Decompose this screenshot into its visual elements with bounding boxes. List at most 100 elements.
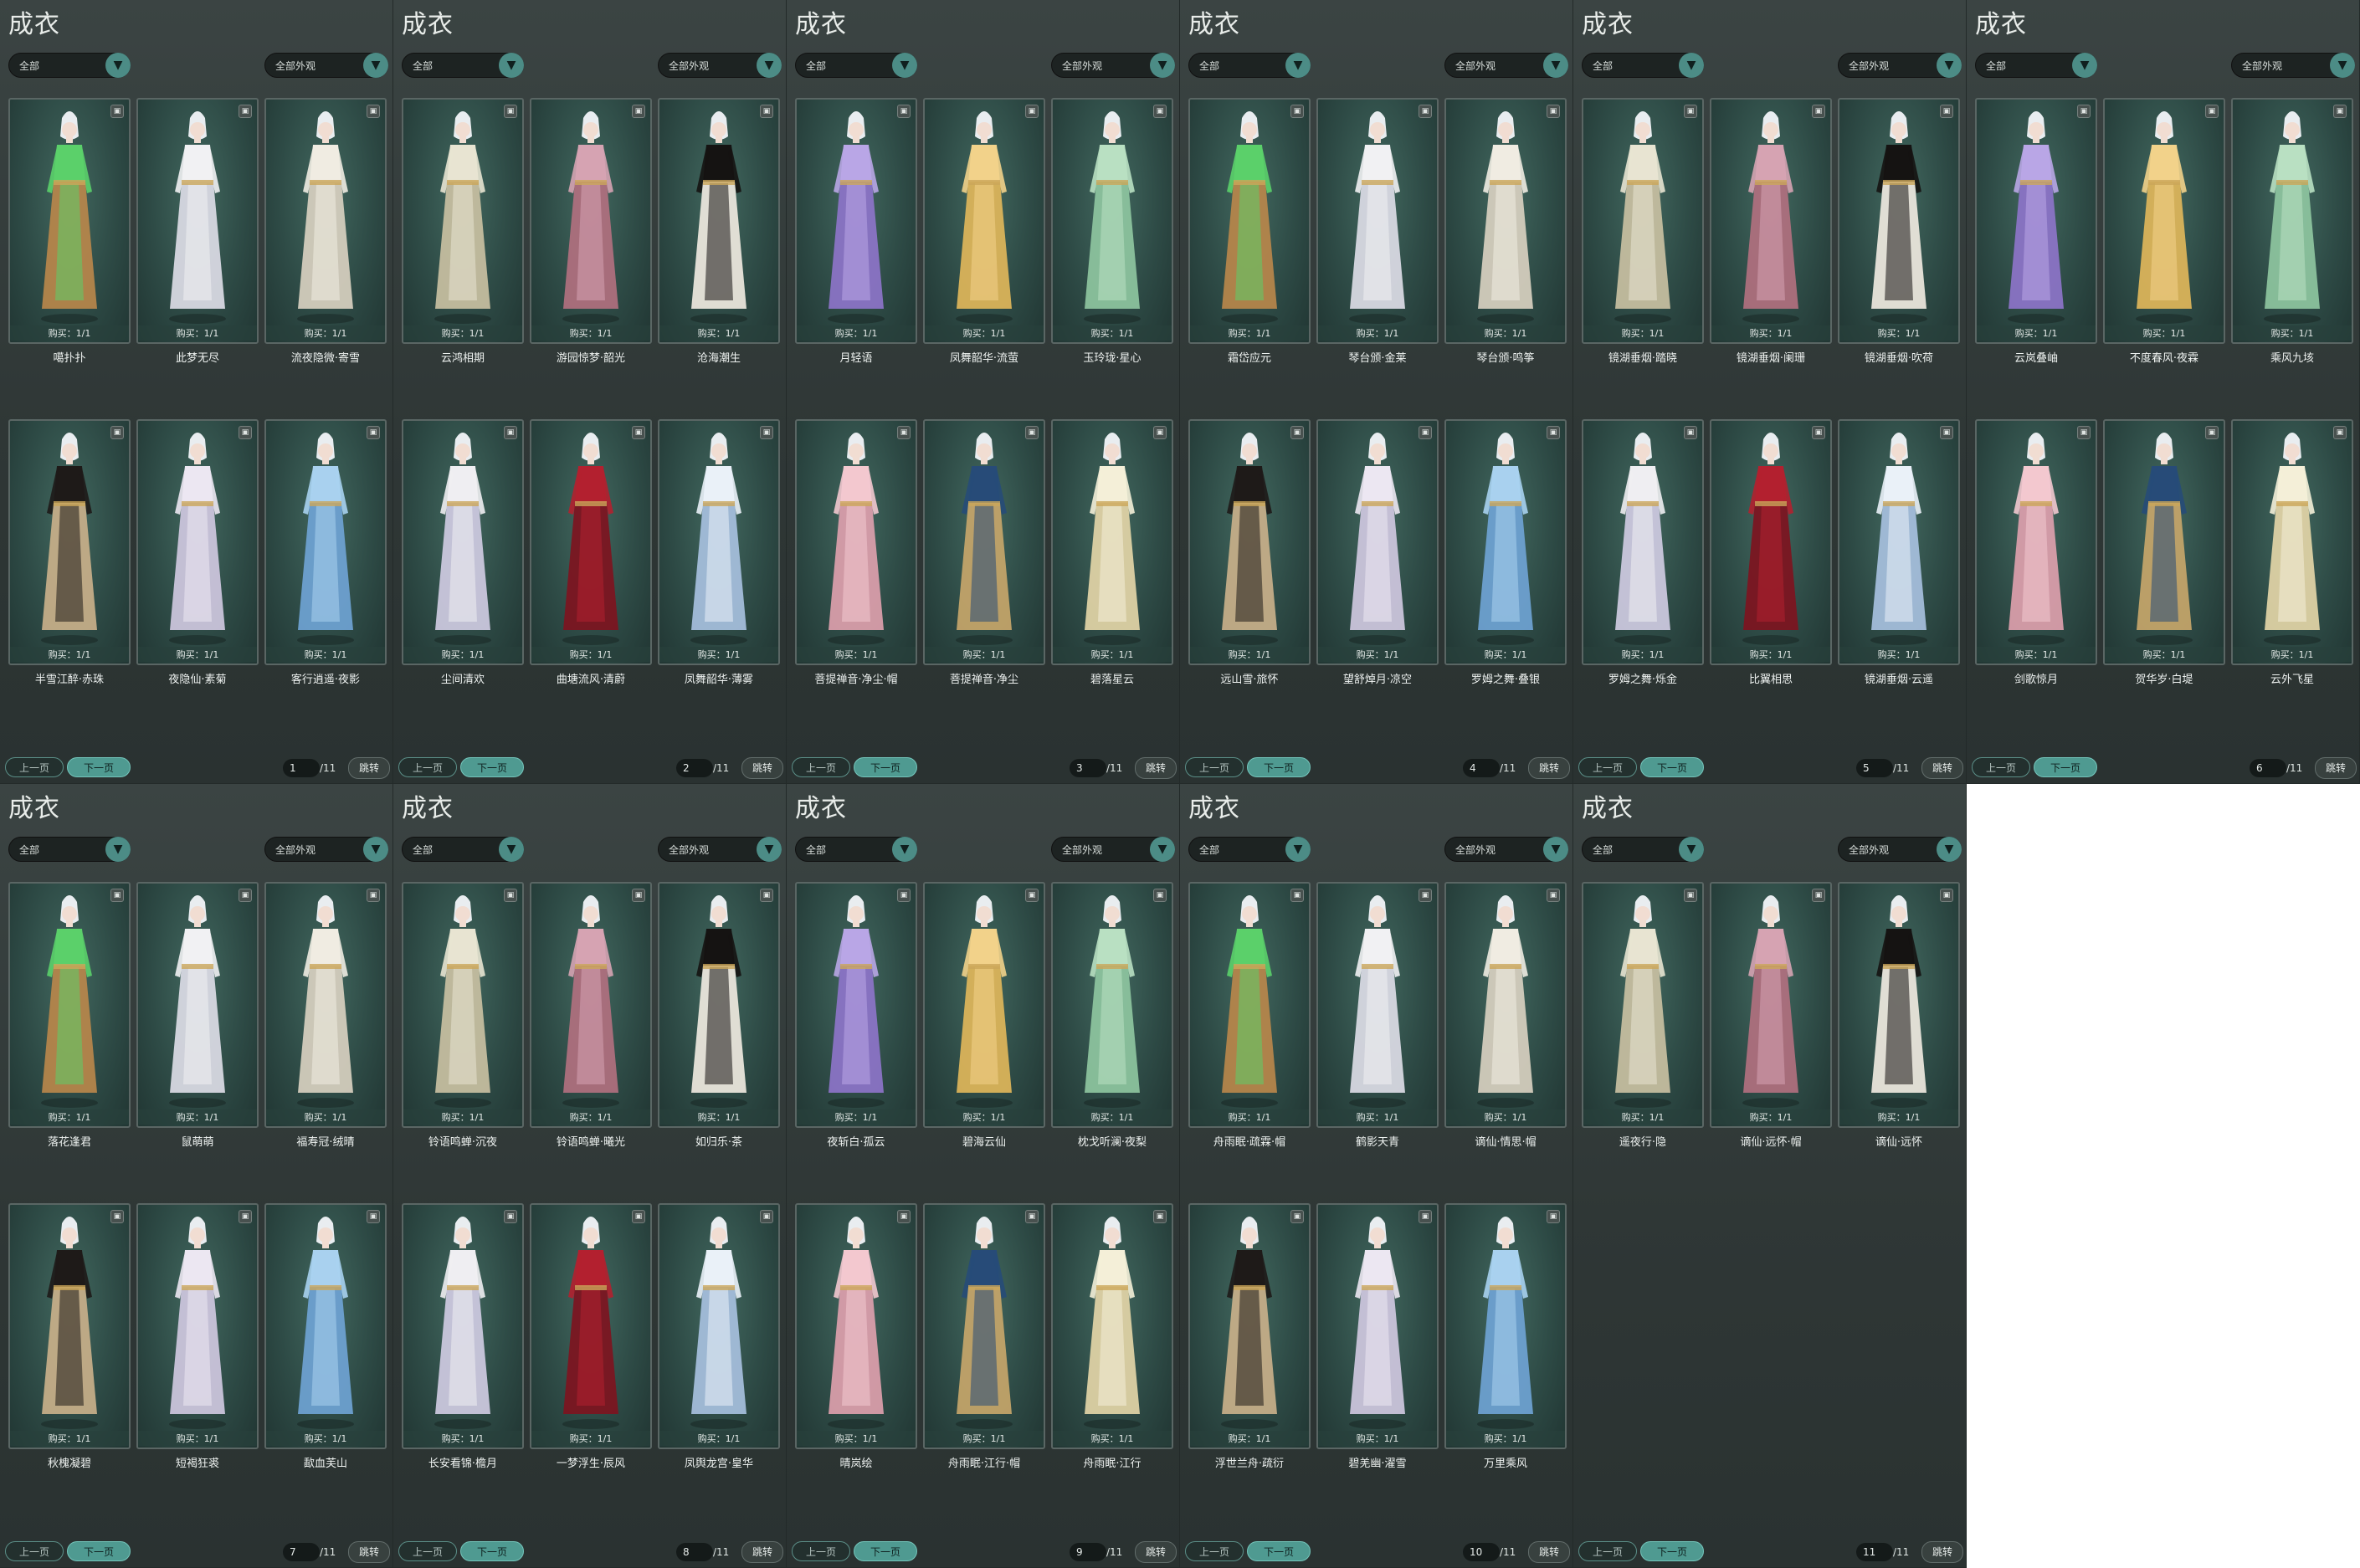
outfit-card[interactable]: ▣ 购买：1/1 — [795, 1203, 917, 1449]
page-number-input[interactable]: 1 — [283, 759, 320, 777]
outfit-card[interactable]: ▣ 购买：1/1 — [1838, 882, 1960, 1128]
outfit-card[interactable]: ▣ 购买：1/1 — [1444, 1203, 1567, 1449]
prev-page-button[interactable]: 上一页 — [1185, 1541, 1244, 1561]
chevron-down-icon[interactable]: ▼ — [1285, 53, 1311, 78]
prev-page-button[interactable]: 上一页 — [5, 1541, 64, 1561]
jump-button[interactable]: 跳转 — [741, 757, 783, 779]
appearance-filter-dropdown[interactable]: 全部外观 ▼ — [1444, 837, 1568, 862]
outfit-card[interactable]: ▣ 购买：1/1 — [1188, 419, 1311, 665]
outfit-card[interactable]: ▣ 购买：1/1 — [1975, 419, 2097, 665]
next-page-button[interactable]: 下一页 — [854, 757, 917, 777]
chevron-down-icon[interactable]: ▼ — [1150, 53, 1175, 78]
prev-page-button[interactable]: 上一页 — [1578, 757, 1637, 777]
outfit-card[interactable]: ▣ 购买：1/1 — [8, 882, 131, 1128]
jump-button[interactable]: 跳转 — [1921, 757, 1963, 779]
outfit-card[interactable]: ▣ 购买：1/1 — [1710, 98, 1832, 344]
page-number-input[interactable]: 7 — [283, 1543, 320, 1561]
next-page-button[interactable]: 下一页 — [67, 1541, 131, 1561]
chevron-down-icon[interactable]: ▼ — [363, 837, 388, 862]
outfit-card[interactable]: ▣ 购买：1/1 — [530, 882, 652, 1128]
appearance-filter-dropdown[interactable]: 全部外观 ▼ — [264, 837, 388, 862]
outfit-card[interactable]: ▣ 购买：1/1 — [402, 1203, 524, 1449]
outfit-card[interactable]: ▣ 购买：1/1 — [1838, 98, 1960, 344]
outfit-card[interactable]: ▣ 购买：1/1 — [795, 98, 917, 344]
prev-page-button[interactable]: 上一页 — [792, 757, 850, 777]
category-filter-dropdown[interactable]: 全部 ▼ — [8, 53, 131, 78]
page-number-input[interactable]: 11 — [1856, 1543, 1893, 1561]
outfit-card[interactable]: ▣ 购买：1/1 — [264, 882, 387, 1128]
chevron-down-icon[interactable]: ▼ — [105, 53, 131, 78]
chevron-down-icon[interactable]: ▼ — [892, 53, 917, 78]
appearance-filter-dropdown[interactable]: 全部外观 ▼ — [1838, 837, 1962, 862]
page-number-input[interactable]: 8 — [676, 1543, 713, 1561]
appearance-filter-dropdown[interactable]: 全部外观 ▼ — [658, 53, 782, 78]
appearance-filter-dropdown[interactable]: 全部外观 ▼ — [1051, 837, 1175, 862]
outfit-card[interactable]: ▣ 购买：1/1 — [658, 1203, 780, 1449]
next-page-button[interactable]: 下一页 — [1247, 1541, 1311, 1561]
jump-button[interactable]: 跳转 — [348, 1541, 390, 1563]
next-page-button[interactable]: 下一页 — [67, 757, 131, 777]
chevron-down-icon[interactable]: ▼ — [2072, 53, 2097, 78]
outfit-card[interactable]: ▣ 购买：1/1 — [795, 419, 917, 665]
outfit-card[interactable]: ▣ 购买：1/1 — [402, 98, 524, 344]
outfit-card[interactable]: ▣ 购买：1/1 — [658, 98, 780, 344]
next-page-button[interactable]: 下一页 — [854, 1541, 917, 1561]
outfit-card[interactable]: ▣ 购买：1/1 — [1444, 419, 1567, 665]
chevron-down-icon[interactable]: ▼ — [499, 837, 524, 862]
outfit-card[interactable]: ▣ 购买：1/1 — [1051, 98, 1173, 344]
jump-button[interactable]: 跳转 — [1528, 757, 1570, 779]
prev-page-button[interactable]: 上一页 — [792, 1541, 850, 1561]
category-filter-dropdown[interactable]: 全部 ▼ — [1188, 53, 1311, 78]
jump-button[interactable]: 跳转 — [1528, 1541, 1570, 1563]
next-page-button[interactable]: 下一页 — [460, 1541, 524, 1561]
next-page-button[interactable]: 下一页 — [460, 757, 524, 777]
outfit-card[interactable]: ▣ 购买：1/1 — [1582, 419, 1704, 665]
prev-page-button[interactable]: 上一页 — [1578, 1541, 1637, 1561]
category-filter-dropdown[interactable]: 全部 ▼ — [1188, 837, 1311, 862]
appearance-filter-dropdown[interactable]: 全部外观 ▼ — [264, 53, 388, 78]
next-page-button[interactable]: 下一页 — [1640, 1541, 1704, 1561]
next-page-button[interactable]: 下一页 — [1640, 757, 1704, 777]
outfit-card[interactable]: ▣ 购买：1/1 — [1710, 419, 1832, 665]
outfit-card[interactable]: ▣ 购买：1/1 — [795, 882, 917, 1128]
chevron-down-icon[interactable]: ▼ — [363, 53, 388, 78]
outfit-card[interactable]: ▣ 购买：1/1 — [2103, 419, 2225, 665]
chevron-down-icon[interactable]: ▼ — [1679, 53, 1704, 78]
category-filter-dropdown[interactable]: 全部 ▼ — [402, 53, 524, 78]
outfit-card[interactable]: ▣ 购买：1/1 — [923, 1203, 1045, 1449]
chevron-down-icon[interactable]: ▼ — [1285, 837, 1311, 862]
prev-page-button[interactable]: 上一页 — [5, 757, 64, 777]
page-number-input[interactable]: 4 — [1463, 759, 1500, 777]
appearance-filter-dropdown[interactable]: 全部外观 ▼ — [1444, 53, 1568, 78]
jump-button[interactable]: 跳转 — [1135, 1541, 1177, 1563]
outfit-card[interactable]: ▣ 购买：1/1 — [402, 419, 524, 665]
page-number-input[interactable]: 2 — [676, 759, 713, 777]
appearance-filter-dropdown[interactable]: 全部外观 ▼ — [1838, 53, 1962, 78]
outfit-card[interactable]: ▣ 购买：1/1 — [264, 98, 387, 344]
outfit-card[interactable]: ▣ 购买：1/1 — [658, 882, 780, 1128]
outfit-card[interactable]: ▣ 购买：1/1 — [1188, 98, 1311, 344]
outfit-card[interactable]: ▣ 购买：1/1 — [1051, 882, 1173, 1128]
category-filter-dropdown[interactable]: 全部 ▼ — [795, 53, 917, 78]
page-number-input[interactable]: 5 — [1856, 759, 1893, 777]
chevron-down-icon[interactable]: ▼ — [1679, 837, 1704, 862]
chevron-down-icon[interactable]: ▼ — [757, 837, 782, 862]
outfit-card[interactable]: ▣ 购买：1/1 — [1188, 1203, 1311, 1449]
outfit-card[interactable]: ▣ 购买：1/1 — [136, 419, 259, 665]
prev-page-button[interactable]: 上一页 — [1185, 757, 1244, 777]
outfit-card[interactable]: ▣ 购买：1/1 — [2231, 419, 2353, 665]
chevron-down-icon[interactable]: ▼ — [1937, 837, 1962, 862]
page-number-input[interactable]: 9 — [1070, 1543, 1106, 1561]
category-filter-dropdown[interactable]: 全部 ▼ — [1975, 53, 2097, 78]
jump-button[interactable]: 跳转 — [348, 757, 390, 779]
outfit-card[interactable]: ▣ 购买：1/1 — [923, 98, 1045, 344]
chevron-down-icon[interactable]: ▼ — [2330, 53, 2355, 78]
page-number-input[interactable]: 3 — [1070, 759, 1106, 777]
outfit-card[interactable]: ▣ 购买：1/1 — [1710, 882, 1832, 1128]
category-filter-dropdown[interactable]: 全部 ▼ — [402, 837, 524, 862]
outfit-card[interactable]: ▣ 购买：1/1 — [2231, 98, 2353, 344]
prev-page-button[interactable]: 上一页 — [1972, 757, 2030, 777]
outfit-card[interactable]: ▣ 购买：1/1 — [136, 98, 259, 344]
chevron-down-icon[interactable]: ▼ — [105, 837, 131, 862]
jump-button[interactable]: 跳转 — [1921, 1541, 1963, 1563]
